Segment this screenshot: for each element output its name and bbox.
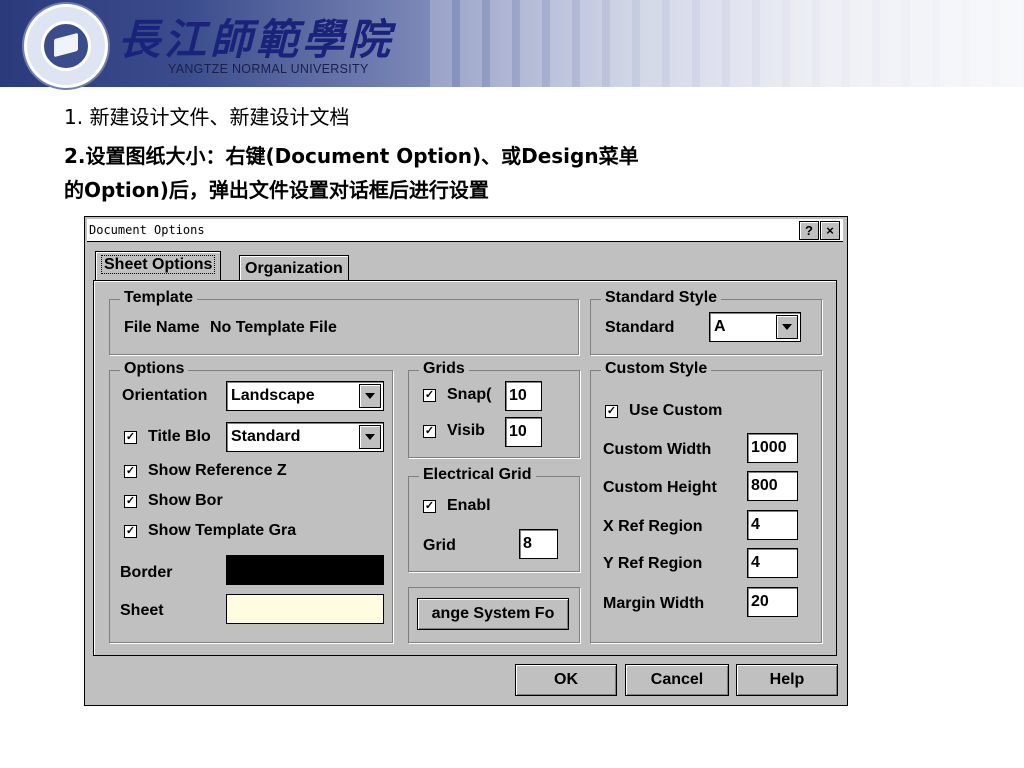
sheet-options-panel: Template File Name No Template File Stan… bbox=[93, 280, 837, 656]
visible-grid-checkbox[interactable]: ✓ bbox=[423, 425, 436, 438]
grids-group: Grids ✓ Snap( 10 ✓ Visib 10 bbox=[408, 360, 580, 458]
seal-center bbox=[41, 21, 91, 71]
electrical-grid-label: Grid bbox=[423, 537, 456, 554]
sheet-color-label: Sheet bbox=[120, 602, 164, 619]
university-name-cn: 長江師範學院 bbox=[118, 15, 395, 64]
use-custom-label: Use Custom bbox=[629, 402, 723, 419]
standard-style-legend: Standard Style bbox=[601, 289, 722, 307]
instruction-line-3: 的Option)后，弹出文件设置对话框后进行设置 bbox=[64, 178, 489, 202]
margin-width-input[interactable]: 20 bbox=[747, 587, 798, 617]
cancel-button[interactable]: Cancel bbox=[625, 664, 729, 696]
electrical-grid-enable-checkbox[interactable]: ✓ bbox=[423, 500, 436, 513]
grids-legend: Grids bbox=[419, 360, 469, 378]
university-name-en: YANGTZE NORMAL UNIVERSITY bbox=[168, 62, 369, 76]
ok-button[interactable]: OK bbox=[515, 664, 617, 696]
visible-grid-input[interactable]: 10 bbox=[505, 417, 542, 447]
change-system-font-button[interactable]: ange System Fo bbox=[417, 598, 569, 630]
header-stripes bbox=[430, 0, 1024, 87]
show-template-graphics-checkbox[interactable]: ✓ bbox=[124, 525, 137, 538]
x-ref-region-input[interactable]: 4 bbox=[747, 510, 798, 540]
custom-height-input[interactable]: 800 bbox=[747, 471, 798, 501]
options-group: Options Orientation Landscape ✓ Title Bl… bbox=[109, 360, 393, 643]
electrical-grid-enable-label: Enabl bbox=[447, 497, 491, 514]
electrical-grid-input[interactable]: 8 bbox=[519, 529, 558, 559]
show-reference-zones-label: Show Reference Z bbox=[148, 462, 287, 479]
standard-size-value: A bbox=[714, 318, 726, 335]
border-color-swatch[interactable] bbox=[226, 555, 384, 585]
standard-size-select[interactable]: A bbox=[709, 312, 801, 342]
help-question-icon[interactable]: ? bbox=[799, 221, 819, 240]
help-button[interactable]: Help bbox=[736, 664, 838, 696]
custom-width-label: Custom Width bbox=[603, 441, 712, 458]
custom-height-label: Custom Height bbox=[603, 479, 717, 496]
dialog-title: Document Options bbox=[89, 223, 205, 237]
instruction-line-2: 2.设置图纸大小：右键(Document Option)、或Design菜单 bbox=[64, 144, 639, 168]
x-ref-region-label: X Ref Region bbox=[603, 518, 703, 535]
tab-organization[interactable]: Organization bbox=[239, 255, 349, 282]
orientation-value: Landscape bbox=[231, 387, 315, 404]
tab-sheet-options[interactable]: Sheet Options bbox=[95, 251, 222, 280]
show-border-label: Show Bor bbox=[148, 492, 223, 509]
visible-grid-label: Visib bbox=[447, 422, 485, 439]
template-group: Template File Name No Template File bbox=[109, 289, 579, 355]
chevron-down-icon[interactable] bbox=[359, 425, 381, 449]
snap-grid-label: Snap( bbox=[447, 386, 492, 403]
use-custom-checkbox[interactable]: ✓ bbox=[605, 405, 618, 418]
y-ref-region-label: Y Ref Region bbox=[603, 555, 703, 572]
custom-style-legend: Custom Style bbox=[601, 360, 712, 378]
document-options-dialog: Document Options ? × Sheet Options Organ… bbox=[84, 216, 848, 706]
close-icon[interactable]: × bbox=[820, 221, 840, 240]
show-reference-zones-checkbox[interactable]: ✓ bbox=[124, 465, 137, 478]
orientation-select[interactable]: Landscape bbox=[226, 381, 384, 411]
book-icon bbox=[54, 32, 78, 58]
y-ref-region-input[interactable]: 4 bbox=[747, 548, 798, 578]
margin-width-label: Margin Width bbox=[603, 595, 705, 612]
snap-grid-checkbox[interactable]: ✓ bbox=[423, 389, 436, 402]
template-file-value: No Template File bbox=[210, 319, 337, 336]
template-legend: Template bbox=[120, 289, 198, 307]
standard-style-group: Standard Style Standard A bbox=[590, 289, 822, 355]
title-block-value: Standard bbox=[231, 428, 301, 445]
slide-header: 長江師範學院 YANGTZE NORMAL UNIVERSITY bbox=[0, 0, 1024, 88]
file-name-label: File Name bbox=[124, 319, 200, 336]
dialog-titlebar[interactable]: Document Options ? × bbox=[87, 219, 843, 242]
title-block-checkbox[interactable]: ✓ bbox=[124, 431, 137, 444]
options-legend: Options bbox=[120, 360, 189, 378]
chevron-down-icon[interactable] bbox=[359, 384, 381, 408]
title-block-select[interactable]: Standard bbox=[226, 422, 384, 452]
chevron-down-icon[interactable] bbox=[776, 315, 798, 339]
border-color-label: Border bbox=[120, 564, 173, 581]
electrical-grid-legend: Electrical Grid bbox=[419, 466, 536, 484]
change-font-group: ange System Fo bbox=[408, 587, 580, 643]
instruction-line-1: 1. 新建设计文件、新建设计文档 bbox=[64, 105, 350, 129]
custom-width-input[interactable]: 1000 bbox=[747, 433, 798, 463]
show-template-graphics-label: Show Template Gra bbox=[148, 522, 297, 539]
electrical-grid-group: Electrical Grid ✓ Enabl Grid 8 bbox=[408, 466, 580, 572]
show-border-checkbox[interactable]: ✓ bbox=[124, 495, 137, 508]
standard-label: Standard bbox=[605, 319, 675, 336]
sheet-color-swatch[interactable] bbox=[226, 594, 384, 624]
snap-grid-input[interactable]: 10 bbox=[505, 381, 542, 411]
custom-style-group: Custom Style ✓ Use Custom Custom Width 1… bbox=[590, 360, 822, 643]
title-block-label: Title Blo bbox=[148, 428, 211, 445]
tab-sheet-options-label: Sheet Options bbox=[101, 255, 216, 274]
orientation-label: Orientation bbox=[122, 387, 208, 404]
university-seal-icon bbox=[24, 4, 108, 88]
